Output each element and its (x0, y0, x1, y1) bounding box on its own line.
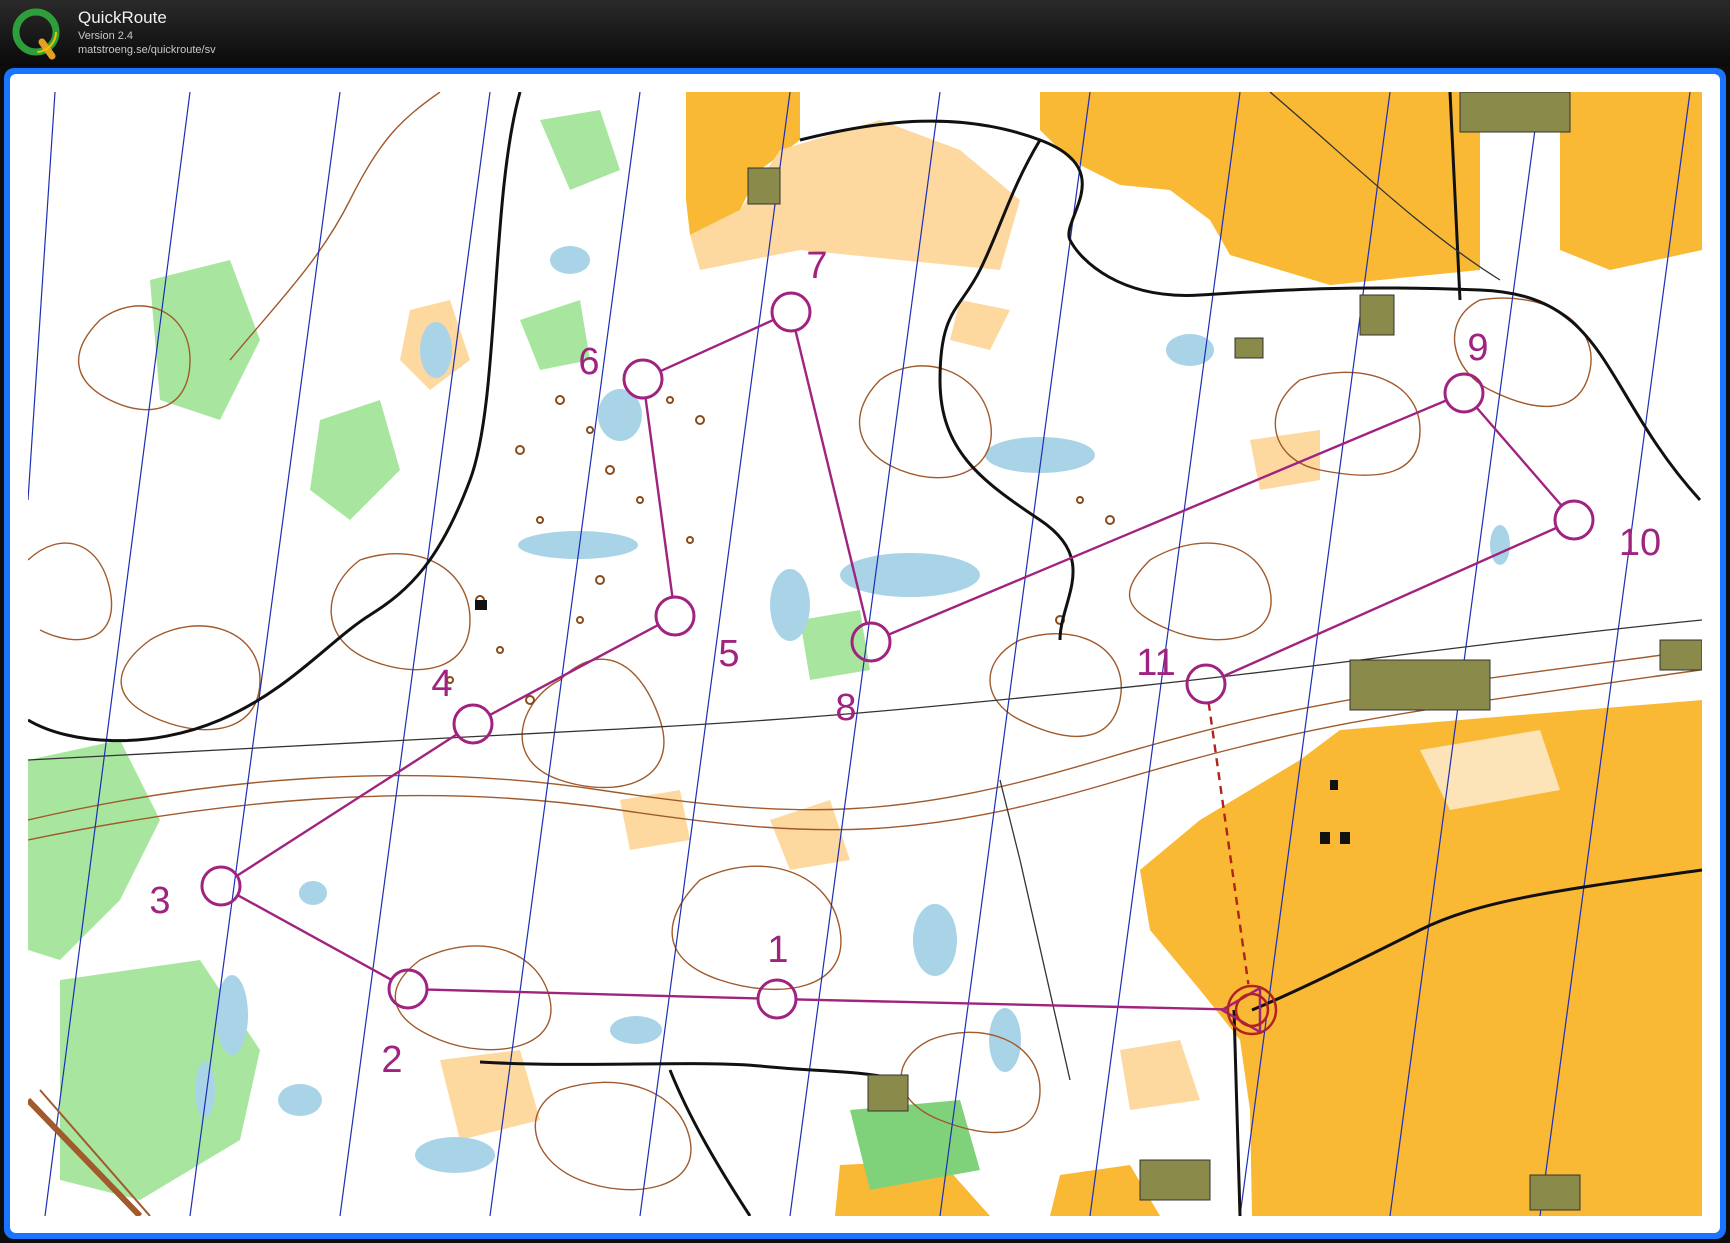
app-url: matstroeng.se/quickroute/sv (78, 44, 216, 56)
course-leg-9 (888, 399, 1447, 636)
control-number-11: 11 (1136, 642, 1175, 684)
course-leg-5 (489, 623, 659, 717)
control-circle-11[interactable] (1185, 663, 1227, 705)
course-leg-8 (794, 330, 868, 624)
orienteering-map[interactable]: 1 2 3 4 5 6 7 8 9 10 11 (28, 92, 1702, 1216)
control-number-1: 1 (767, 929, 788, 971)
control-circle-6[interactable] (622, 358, 664, 400)
control-number-4: 4 (431, 663, 452, 705)
control-number-7: 7 (806, 245, 827, 287)
course-leg-3 (237, 894, 392, 981)
course-leg-4 (236, 733, 458, 877)
control-number-5: 5 (718, 633, 739, 675)
control-circle-9[interactable] (1443, 372, 1485, 414)
course-leg-2 (426, 988, 759, 1000)
course-leg-11 (1222, 526, 1558, 678)
app-version: Version 2.4 (78, 30, 134, 42)
control-circle-1[interactable] (756, 978, 798, 1020)
control-number-9: 9 (1467, 327, 1488, 369)
control-circle-7[interactable] (770, 291, 812, 333)
control-circle-5[interactable] (654, 595, 696, 637)
control-number-10: 10 (1619, 522, 1661, 564)
app-title: QuickRoute (78, 8, 167, 27)
course-leg-6 (644, 397, 674, 598)
control-circle-10[interactable] (1553, 499, 1595, 541)
control-number-3: 3 (149, 880, 170, 922)
quickroute-logo-icon (12, 8, 60, 60)
map-canvas[interactable]: 1 2 3 4 5 6 7 8 9 10 11 (28, 92, 1702, 1216)
control-number-2: 2 (381, 1039, 402, 1081)
title-bar: QuickRoute Version 2.4 matstroeng.se/qui… (0, 0, 1730, 66)
vegetation-areas (28, 110, 980, 1200)
control-number-8: 8 (835, 687, 856, 729)
control-number-6: 6 (578, 341, 599, 383)
course-leg-10 (1475, 406, 1563, 507)
course-leg-1 (795, 998, 1229, 1011)
control-circle-2[interactable] (387, 968, 429, 1010)
